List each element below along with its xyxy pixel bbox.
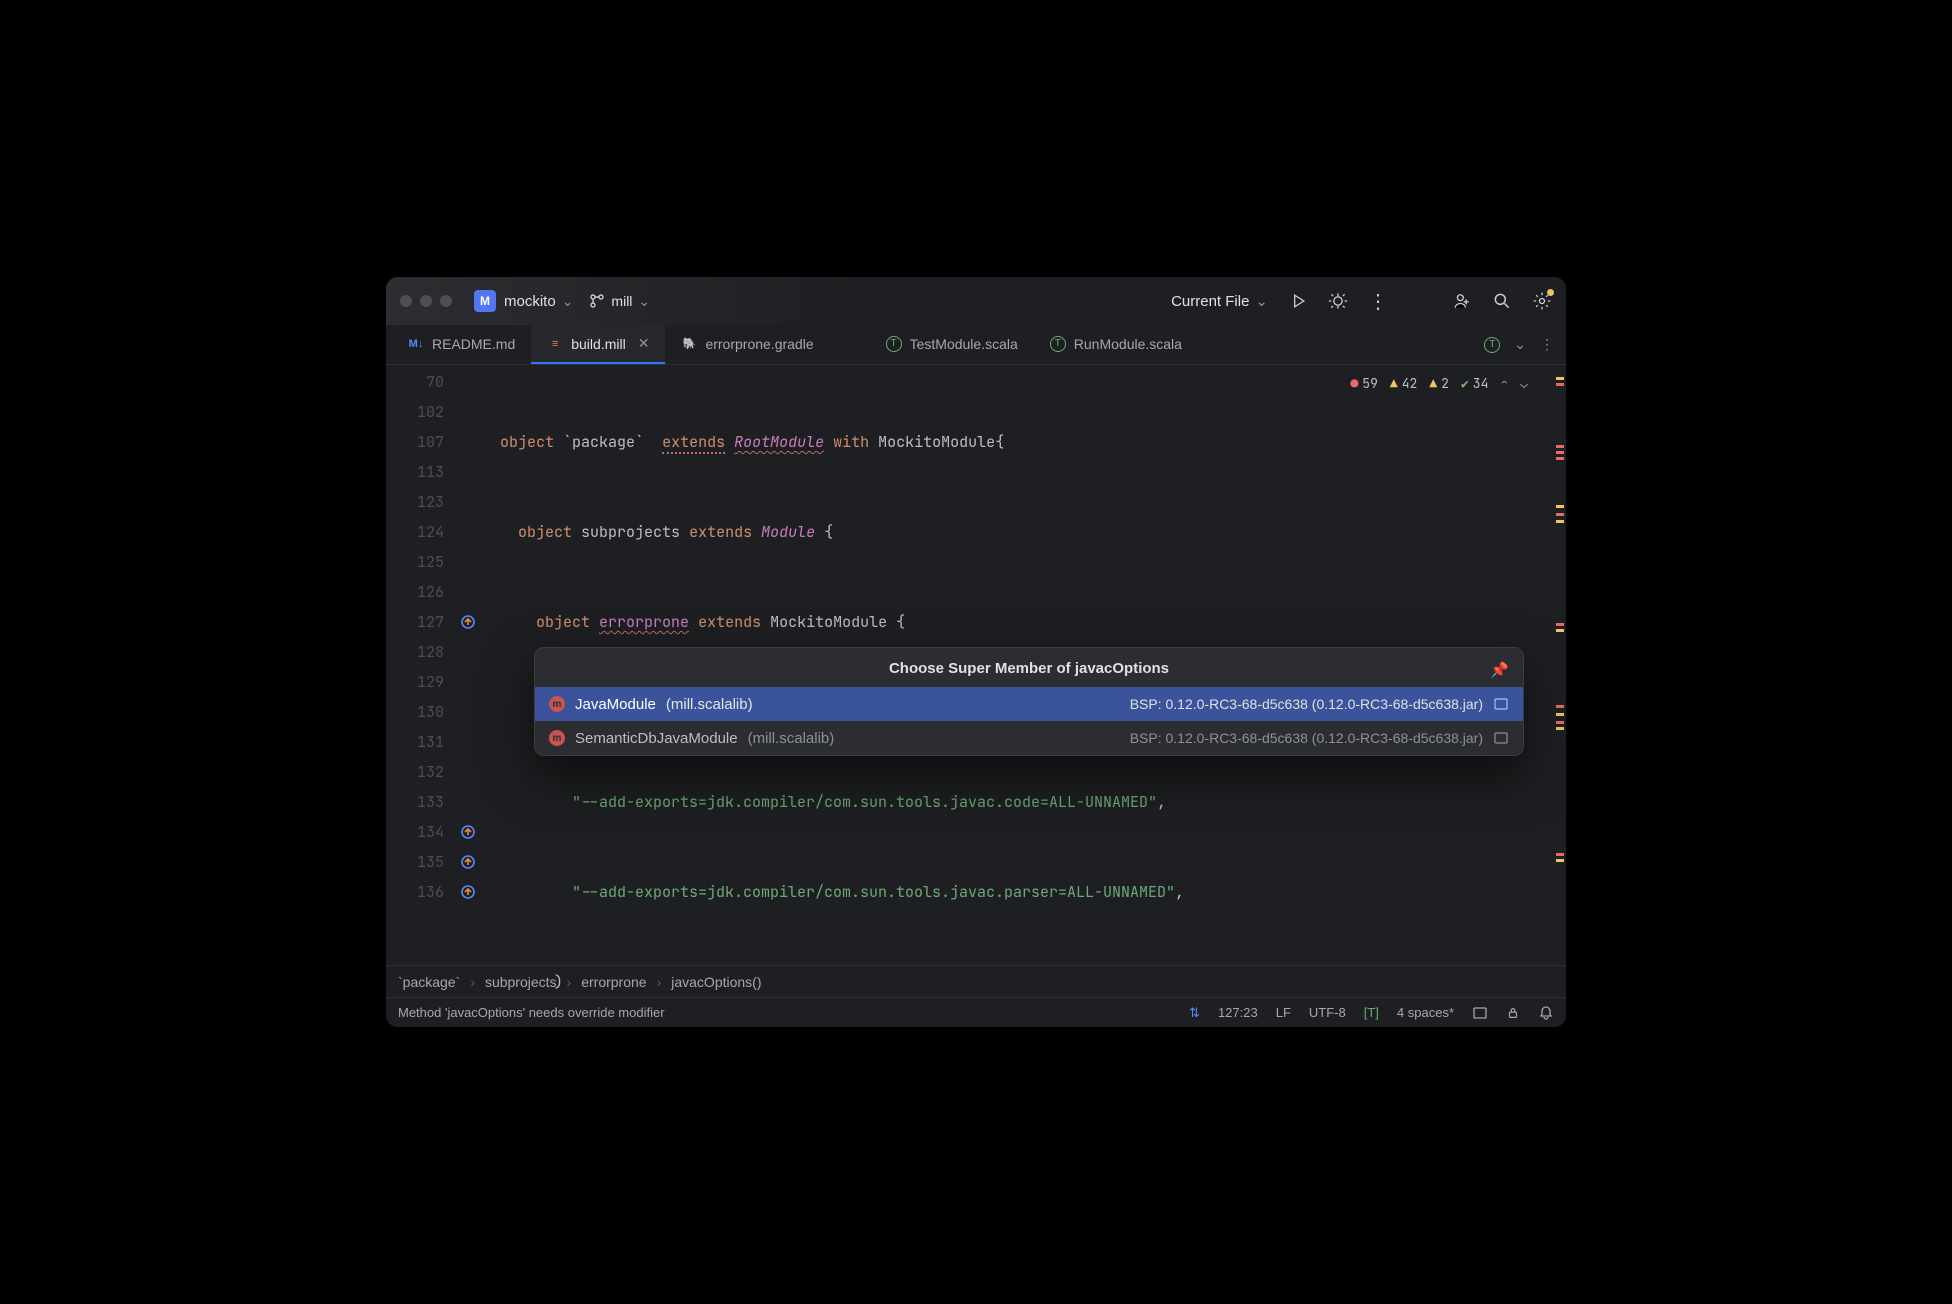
more-tabs-icon[interactable]: ⋮ xyxy=(1540,336,1554,353)
error-icon: ● xyxy=(1350,369,1358,399)
stripe-mark[interactable] xyxy=(1556,713,1564,716)
tab-readme[interactable]: M↓ README.md xyxy=(392,325,531,364)
gradle-icon: 🐘 xyxy=(681,336,697,352)
tab-label: build.mill xyxy=(571,336,625,352)
titlebar-right: Current File ⌄ ⋮ xyxy=(1171,289,1552,314)
module-icon: m xyxy=(549,696,565,712)
branch-name: mill xyxy=(611,293,632,309)
zoom-window-icon[interactable] xyxy=(440,295,452,307)
scala-test-icon: T xyxy=(1050,336,1066,352)
gutter-icons xyxy=(454,365,482,965)
popup-title: Choose Super Member of javacOptions xyxy=(535,648,1523,687)
stripe-mark[interactable] xyxy=(1556,383,1564,386)
stripe-mark[interactable] xyxy=(1556,727,1564,730)
tab-testmodule[interactable]: T TestModule.scala xyxy=(870,325,1034,364)
scala-test-icon: T xyxy=(886,336,902,352)
popup-item-location: BSP: 0.12.0-RC3-68-d5c638 (0.12.0-RC3-68… xyxy=(1130,696,1483,712)
run-config-selector[interactable]: Current File ⌄ xyxy=(1171,292,1268,310)
error-stripe[interactable] xyxy=(1554,365,1566,965)
stripe-mark[interactable] xyxy=(1556,451,1564,454)
stripe-mark[interactable] xyxy=(1556,629,1564,632)
chevron-up-icon[interactable]: ⌃ xyxy=(1500,369,1508,399)
jar-icon xyxy=(1493,730,1509,746)
vcs-branch[interactable]: mill ⌄ xyxy=(589,293,650,310)
override-icon[interactable] xyxy=(454,607,482,637)
minimize-window-icon[interactable] xyxy=(420,295,432,307)
stripe-mark[interactable] xyxy=(1556,377,1564,380)
stripe-mark[interactable] xyxy=(1556,721,1564,724)
tab-label: errorprone.gradle xyxy=(705,336,813,352)
ide-window: M mockito ⌄ mill ⌄ Current File ⌄ ⋮ M↓ R… xyxy=(386,277,1566,1027)
tab-label: TestModule.scala xyxy=(910,336,1018,352)
chevron-down-icon[interactable]: ⌄ xyxy=(1514,336,1526,353)
close-icon[interactable]: ✕ xyxy=(638,335,650,352)
stripe-mark[interactable] xyxy=(1556,859,1564,862)
override-icon[interactable] xyxy=(454,877,482,907)
tab-build-mill[interactable]: ≡ build.mill ✕ xyxy=(531,325,665,364)
stripe-mark[interactable] xyxy=(1556,623,1564,626)
editor-tabs: M↓ README.md ≡ build.mill ✕ 🐘 errorprone… xyxy=(386,325,1566,365)
jar-icon xyxy=(1493,696,1509,712)
line-numbers: 7010210711312312412512612712812913013113… xyxy=(386,365,454,965)
markdown-icon: M↓ xyxy=(408,336,424,352)
stripe-mark[interactable] xyxy=(1556,705,1564,708)
stripe-mark[interactable] xyxy=(1556,520,1564,523)
error-count: 59 xyxy=(1362,369,1378,399)
mill-file-icon: ≡ xyxy=(547,336,563,352)
warning-icon: ▲ xyxy=(1390,369,1398,399)
popup-item-name: JavaModule xyxy=(575,696,656,713)
popup-item-name: SemanticDbJavaModule xyxy=(575,730,738,747)
popup-item-javamodule[interactable]: m JavaModule (mill.scalalib) BSP: 0.12.0… xyxy=(535,687,1523,721)
branch-icon xyxy=(589,293,605,309)
scala-test-icon[interactable]: T xyxy=(1484,337,1500,353)
tab-runmodule[interactable]: T RunModule.scala xyxy=(1034,325,1198,364)
pin-icon[interactable]: 📌 xyxy=(1490,660,1509,680)
popup-item-semanticdb[interactable]: m SemanticDbJavaModule (mill.scalalib) B… xyxy=(535,721,1523,755)
super-member-popup: Choose Super Member of javacOptions 📌 m … xyxy=(534,647,1524,756)
popup-item-pkg: (mill.scalalib) xyxy=(666,696,753,713)
close-window-icon[interactable] xyxy=(400,295,412,307)
popup-item-pkg: (mill.scalalib) xyxy=(748,730,835,747)
chevron-down-icon[interactable]: ⌄ xyxy=(1520,369,1528,399)
title-bar: M mockito ⌄ mill ⌄ Current File ⌄ ⋮ xyxy=(386,277,1566,325)
warning-count: 42 xyxy=(1402,369,1418,399)
weak-warning-count: 2 xyxy=(1441,369,1449,399)
code-with-me-icon[interactable] xyxy=(1452,291,1472,311)
ok-icon: ✔ xyxy=(1461,369,1469,399)
search-icon[interactable] xyxy=(1492,291,1512,311)
override-icon[interactable] xyxy=(454,817,482,847)
run-button[interactable] xyxy=(1288,291,1308,311)
tab-label: RunModule.scala xyxy=(1074,336,1182,352)
stripe-mark[interactable] xyxy=(1556,513,1564,516)
chevron-down-icon: ⌄ xyxy=(1255,292,1268,310)
run-config-label: Current File xyxy=(1171,293,1249,310)
ok-count: 34 xyxy=(1473,369,1489,399)
stripe-mark[interactable] xyxy=(1556,457,1564,460)
chevron-down-icon[interactable]: ⌄ xyxy=(562,293,574,310)
popup-item-location: BSP: 0.12.0-RC3-68-d5c638 (0.12.0-RC3-68… xyxy=(1130,730,1483,746)
stripe-mark[interactable] xyxy=(1556,505,1564,508)
project-name[interactable]: mockito xyxy=(504,293,556,310)
editor-area[interactable]: 7010210711312312412512612712812913013113… xyxy=(386,365,1566,965)
inspection-summary[interactable]: ●59 ▲42 ▲2 ✔34 ⌃ ⌄ xyxy=(1350,369,1528,399)
debug-button[interactable] xyxy=(1328,291,1348,311)
weak-warning-icon: ▲ xyxy=(1429,369,1437,399)
module-icon: m xyxy=(549,730,565,746)
stripe-mark[interactable] xyxy=(1556,445,1564,448)
more-actions-icon[interactable]: ⋮ xyxy=(1368,289,1388,314)
override-icon[interactable] xyxy=(454,847,482,877)
settings-icon[interactable] xyxy=(1532,291,1552,311)
stripe-mark[interactable] xyxy=(1556,853,1564,856)
breadcrumb-item[interactable]: `package` xyxy=(398,974,460,990)
traffic-lights[interactable] xyxy=(400,295,452,307)
tab-errorprone-gradle[interactable]: 🐘 errorprone.gradle xyxy=(665,325,829,364)
tab-label: README.md xyxy=(432,336,515,352)
project-badge: M xyxy=(474,290,496,312)
chevron-down-icon: ⌄ xyxy=(638,293,650,310)
